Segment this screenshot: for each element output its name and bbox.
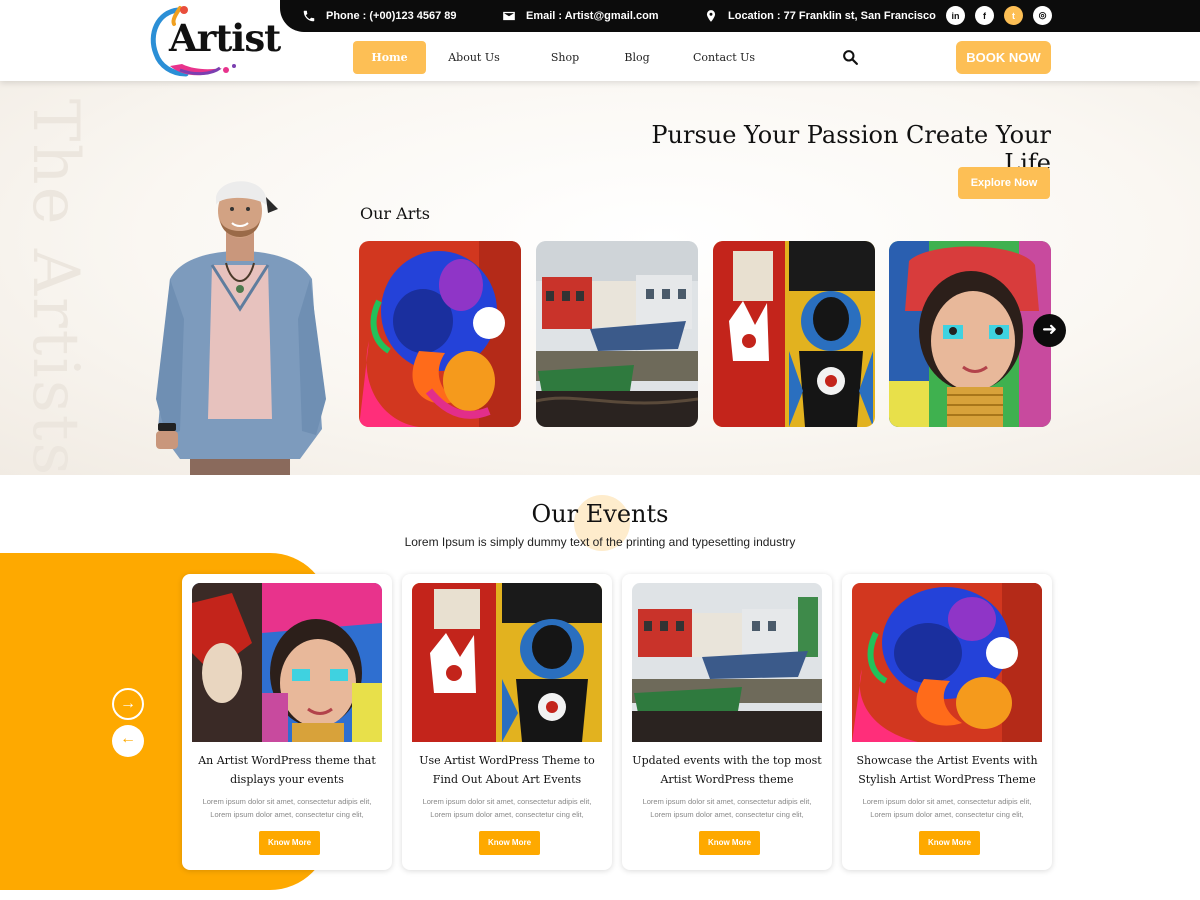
event-image-mural[interactable] (412, 583, 602, 742)
artist-logo[interactable]: Artist (150, 4, 281, 78)
our-arts-heading: Our Arts (360, 204, 430, 223)
event-description: Lorem ipsum dolor sit amet, consectetur … (422, 797, 592, 819)
event-description: Lorem ipsum dolor sit amet, consectetur … (642, 797, 812, 819)
art-card-harbour[interactable] (536, 241, 698, 427)
nav-contact-us[interactable]: Contact Us (685, 41, 763, 74)
event-title: Use Artist WordPress Theme to Find Out A… (419, 754, 595, 786)
site-header: Phone : (+00)123 4567 89 Email : Artist@… (0, 0, 1200, 81)
nav-blog[interactable]: Blog (615, 41, 659, 74)
nav-shop[interactable]: Shop (541, 41, 589, 74)
location-info: Location : 77 Franklin st, San Francisco (704, 9, 936, 23)
event-title: Updated events with the top most Artist … (632, 754, 822, 786)
child-portrait-painting-image (889, 241, 1051, 427)
events-title: Our Events (531, 500, 669, 528)
phone-text: Phone : (+00)123 4567 89 (326, 10, 457, 22)
phone-info: Phone : (+00)123 4567 89 (302, 9, 457, 23)
artist-portrait-image (156, 181, 326, 475)
facebook-icon[interactable]: f (975, 6, 994, 25)
events-next-arrow-icon[interactable]: → (112, 688, 144, 720)
event-description: Lorem ipsum dolor sit amet, consectetur … (202, 797, 372, 819)
explore-now-button[interactable]: Explore Now (958, 167, 1050, 199)
event-image-ganesha[interactable] (852, 583, 1042, 742)
phone-icon (303, 10, 315, 22)
know-more-button[interactable]: Know More (699, 831, 760, 855)
art-card-child-portrait[interactable] (889, 241, 1051, 427)
email-text[interactable]: Email : Artist@gmail.com (526, 10, 659, 22)
twitter-icon[interactable]: t (1004, 6, 1023, 25)
email-info: Email : Artist@gmail.com (502, 9, 659, 23)
event-card: Updated events with the top most Artist … (622, 574, 832, 870)
contact-topbar: Phone : (+00)123 4567 89 Email : Artist@… (280, 0, 1200, 32)
arts-next-arrow-icon[interactable]: ➜ (1033, 314, 1066, 347)
events-subtitle: Lorem Ipsum is simply dummy text of the … (404, 535, 796, 549)
art-card-mural[interactable] (713, 241, 875, 427)
search-icon[interactable] (842, 49, 859, 66)
event-card: Showcase the Artist Events with Stylish … (842, 574, 1052, 870)
ganesha-image (852, 583, 1042, 742)
mural-figure-image (412, 583, 602, 742)
know-more-button[interactable]: Know More (919, 831, 980, 855)
social-links: in f t ◎ (946, 6, 1052, 25)
logo-text: Artist (169, 16, 281, 60)
location-text: Location : 77 Franklin st, San Francisco (728, 10, 936, 22)
nav-about-us[interactable]: About Us (437, 41, 511, 74)
instagram-icon[interactable]: ◎ (1033, 6, 1052, 25)
ganesha-painting-image (359, 241, 521, 427)
event-card: Use Artist WordPress Theme to Find Out A… (402, 574, 612, 870)
know-more-button[interactable]: Know More (479, 831, 540, 855)
event-image-harbour[interactable] (632, 583, 822, 742)
hero-watermark-text: The Artists (18, 98, 92, 475)
hero-section: The Artists Pursue Your Passion Create Y… (0, 81, 1200, 475)
harbour-painting-image (536, 241, 698, 427)
event-title: An Artist WordPress theme that displays … (198, 754, 376, 786)
know-more-button[interactable]: Know More (259, 831, 320, 855)
event-title: Showcase the Artist Events with Stylish … (856, 754, 1038, 786)
page: Phone : (+00)123 4567 89 Email : Artist@… (0, 0, 1200, 900)
harbour-boats-image (632, 583, 822, 742)
book-now-button[interactable]: BOOK NOW (956, 41, 1051, 74)
mail-icon (503, 11, 515, 21)
location-pin-icon (706, 10, 716, 22)
art-card-ganesha[interactable] (359, 241, 521, 427)
event-image-child-mural[interactable] (192, 583, 382, 742)
events-prev-arrow-icon[interactable]: ← (112, 725, 144, 757)
linkedin-icon[interactable]: in (946, 6, 965, 25)
mural-painting-image (713, 241, 875, 427)
event-description: Lorem ipsum dolor sit amet, consectetur … (862, 797, 1032, 819)
nav-home[interactable]: Home (353, 41, 426, 74)
child-mural-image (192, 583, 382, 742)
event-card: An Artist WordPress theme that displays … (182, 574, 392, 870)
